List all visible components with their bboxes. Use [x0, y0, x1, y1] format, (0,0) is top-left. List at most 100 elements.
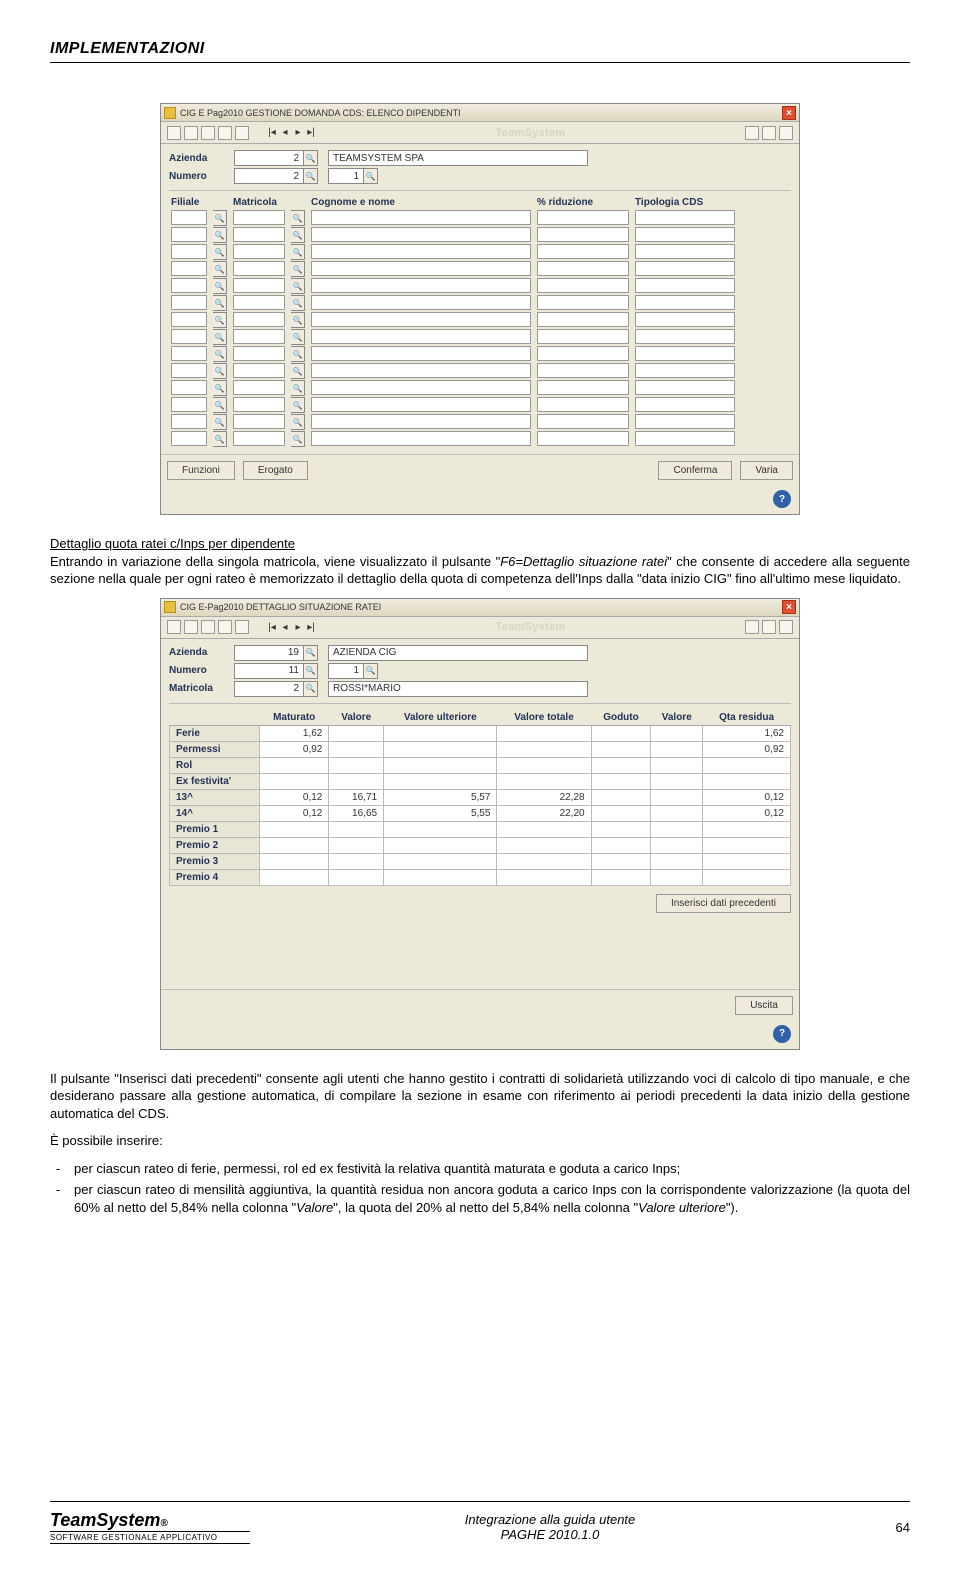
grid-cell[interactable]	[537, 431, 629, 446]
numero-input-1[interactable]: 2	[234, 168, 304, 184]
table-row[interactable]: 🔍🔍	[169, 363, 791, 379]
grid-cell[interactable]	[635, 278, 735, 293]
cell-value[interactable]	[591, 741, 651, 757]
grid-cell[interactable]	[171, 278, 207, 293]
grid-cell[interactable]	[171, 295, 207, 310]
uscita-button[interactable]: Uscita	[735, 996, 793, 1015]
tool-icon-r2[interactable]	[762, 126, 776, 140]
table-row[interactable]: 🔍🔍	[169, 397, 791, 413]
help-icon[interactable]: ?	[773, 490, 791, 508]
grid-cell[interactable]	[635, 363, 735, 378]
table-row[interactable]: 🔍🔍	[169, 380, 791, 396]
cell-value[interactable]: 0,12	[703, 805, 791, 821]
cell-value[interactable]	[384, 869, 497, 885]
cell-value[interactable]	[703, 757, 791, 773]
cell-value[interactable]	[329, 821, 384, 837]
cell-value[interactable]	[384, 741, 497, 757]
grid-cell[interactable]	[635, 312, 735, 327]
lookup-icon[interactable]: 🔍	[291, 329, 305, 345]
nav-first-icon[interactable]: |◂	[267, 128, 277, 138]
grid-cell[interactable]	[635, 397, 735, 412]
lookup-icon[interactable]: 🔍	[213, 312, 227, 328]
grid-cell[interactable]	[537, 346, 629, 361]
grid-cell[interactable]	[233, 346, 285, 361]
cell-value[interactable]: 0,92	[260, 741, 329, 757]
tool-icon-3[interactable]	[201, 126, 215, 140]
grid-cell[interactable]	[635, 227, 735, 242]
grid-cell[interactable]	[635, 210, 735, 225]
nav-prev-icon[interactable]: ◂	[280, 128, 290, 138]
table-row[interactable]: 🔍🔍	[169, 329, 791, 345]
cell-value[interactable]	[329, 869, 384, 885]
cell-value[interactable]	[260, 837, 329, 853]
cell-value[interactable]	[703, 837, 791, 853]
inserisci-dati-button[interactable]: Inserisci dati precedenti	[656, 894, 791, 913]
lookup-icon[interactable]: 🔍	[291, 295, 305, 311]
grid-cell[interactable]	[233, 278, 285, 293]
cell-value[interactable]	[497, 869, 591, 885]
cell-value[interactable]	[384, 773, 497, 789]
cell-value[interactable]	[591, 725, 651, 741]
grid-cell[interactable]	[233, 363, 285, 378]
lookup-icon[interactable]: 🔍	[304, 681, 318, 697]
lookup-icon[interactable]: 🔍	[291, 397, 305, 413]
table-row[interactable]: 🔍🔍	[169, 210, 791, 226]
cell-value[interactable]: 5,55	[384, 805, 497, 821]
grid-cell[interactable]	[233, 295, 285, 310]
cell-value[interactable]	[384, 757, 497, 773]
cell-value[interactable]	[591, 789, 651, 805]
cell-value[interactable]	[260, 773, 329, 789]
grid-cell[interactable]	[233, 244, 285, 259]
cell-value[interactable]	[497, 837, 591, 853]
lookup-icon[interactable]: 🔍	[291, 346, 305, 362]
grid-cell[interactable]	[171, 227, 207, 242]
lookup-icon[interactable]: 🔍	[291, 414, 305, 430]
numero-input-2[interactable]: 1	[328, 663, 364, 679]
grid-cell[interactable]	[635, 295, 735, 310]
cell-value[interactable]: 1,62	[703, 725, 791, 741]
cell-value[interactable]	[591, 821, 651, 837]
lookup-icon[interactable]: 🔍	[364, 168, 378, 184]
funzioni-button[interactable]: Funzioni	[167, 461, 235, 480]
tool-icon-r2[interactable]	[762, 620, 776, 634]
grid-cell[interactable]	[171, 244, 207, 259]
lookup-icon[interactable]: 🔍	[213, 397, 227, 413]
cell-value[interactable]	[384, 837, 497, 853]
grid-cell[interactable]	[537, 363, 629, 378]
nav-last-icon[interactable]: ▸|	[306, 622, 316, 632]
cell-value[interactable]	[329, 773, 384, 789]
grid-cell[interactable]	[311, 431, 531, 446]
tool-icon-r1[interactable]	[745, 620, 759, 634]
cell-value[interactable]	[651, 725, 703, 741]
grid-cell[interactable]	[171, 346, 207, 361]
cell-value[interactable]	[651, 773, 703, 789]
nav-last-icon[interactable]: ▸|	[306, 128, 316, 138]
lookup-icon[interactable]: 🔍	[213, 346, 227, 362]
tool-icon-4[interactable]	[218, 620, 232, 634]
nav-next-icon[interactable]: ▸	[293, 128, 303, 138]
tool-icon-1[interactable]	[167, 126, 181, 140]
cell-value[interactable]	[329, 725, 384, 741]
help-icon[interactable]: ?	[773, 1025, 791, 1043]
cell-value[interactable]	[329, 741, 384, 757]
lookup-icon[interactable]: 🔍	[213, 210, 227, 226]
cell-value[interactable]	[497, 725, 591, 741]
grid-cell[interactable]	[233, 329, 285, 344]
tool-icon-4[interactable]	[218, 126, 232, 140]
grid-cell[interactable]	[311, 397, 531, 412]
cell-value[interactable]: 16,71	[329, 789, 384, 805]
cell-value[interactable]: 22,28	[497, 789, 591, 805]
lookup-icon[interactable]: 🔍	[291, 363, 305, 379]
grid-cell[interactable]	[537, 414, 629, 429]
varia-button[interactable]: Varia	[740, 461, 793, 480]
erogato-button[interactable]: Erogato	[243, 461, 308, 480]
cell-value[interactable]	[260, 869, 329, 885]
conferma-button[interactable]: Conferma	[658, 461, 732, 480]
cell-value[interactable]	[329, 853, 384, 869]
grid-cell[interactable]	[311, 414, 531, 429]
grid-cell[interactable]	[311, 261, 531, 276]
cell-value[interactable]	[497, 821, 591, 837]
cell-value[interactable]: 16,65	[329, 805, 384, 821]
grid-cell[interactable]	[537, 312, 629, 327]
table-row[interactable]: 🔍🔍	[169, 346, 791, 362]
